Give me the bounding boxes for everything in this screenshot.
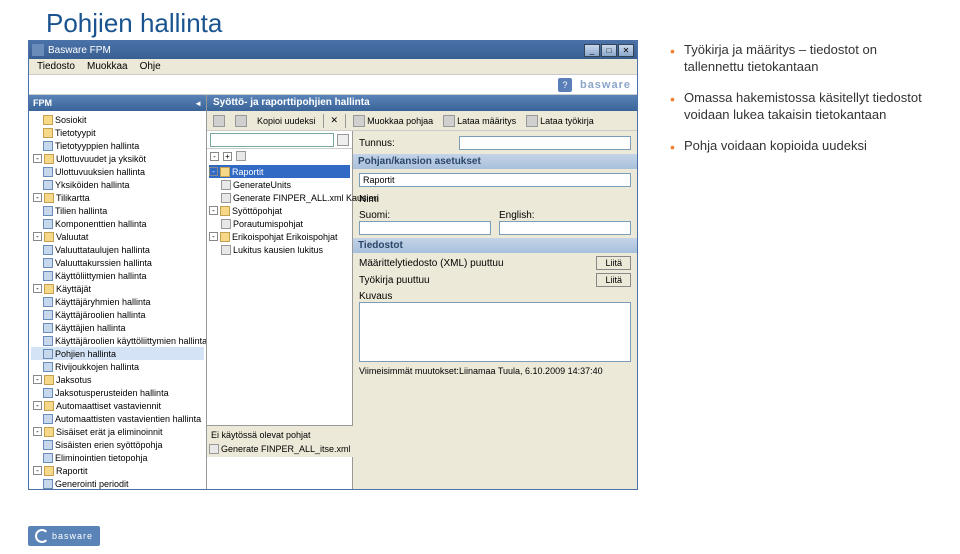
footer-logo: basware [28, 526, 100, 546]
nav-item[interactable]: Valuuttakurssien hallinta [31, 256, 204, 269]
tb-folder-icon[interactable] [232, 114, 250, 128]
nav-item[interactable]: -Raportit [31, 464, 204, 477]
collapse-all-icon[interactable]: - [210, 152, 219, 161]
nav-item[interactable]: Eliminointien tietopohja [31, 451, 204, 464]
right-panel-header: Syöttö- ja raporttipohjien hallinta [207, 95, 637, 111]
app-window: Basware FPM _ □ ✕ Tiedosto Muokkaa Ohje … [28, 40, 638, 490]
liita-xml-button[interactable]: Liitä [596, 256, 631, 270]
tb-new-icon[interactable] [210, 114, 228, 128]
xml-file-label: Määrittelytiedosto (XML) puuttuu [359, 258, 596, 269]
titlebar-text: Basware FPM [48, 45, 584, 56]
form-area: Tunnus: Pohjan/kansion asetukset Raporti… [353, 131, 637, 489]
lataa-maaritys-button[interactable]: Lataa määritys [440, 114, 519, 128]
english-label: English: [499, 210, 631, 221]
left-panel-header: FPM ◄ [29, 95, 206, 111]
liita-tyokirja-button[interactable]: Liitä [596, 273, 631, 287]
menubar: Tiedosto Muokkaa Ohje [29, 59, 637, 75]
kansion-nimi-input[interactable]: Raportit [359, 173, 631, 187]
nav-item[interactable]: Käyttöliittymien hallinta [31, 269, 204, 282]
nav-item[interactable]: Yksiköiden hallinta [31, 178, 204, 191]
template-tree-panel: - + -RaportitGenerateUnitsGenerate FINPE… [207, 131, 353, 489]
nav-item[interactable]: Ulottuvuuksien hallinta [31, 165, 204, 178]
bullet-3: Pohja voidaan kopioida uudeksi [670, 138, 930, 155]
nav-item[interactable]: Pohjien hallinta [31, 347, 204, 360]
nav-item[interactable]: Rivijoukkojen hallinta [31, 360, 204, 373]
unused-header: Ei käytössä olevat pohjat [209, 428, 351, 442]
template-tree-item[interactable]: GenerateUnits [209, 178, 350, 191]
section-pohjan-asetukset: Pohjan/kansion asetukset [353, 154, 637, 169]
brand-logo: basware [580, 79, 631, 91]
tyokirja-file-label: Työkirja puuttuu [359, 275, 596, 286]
nav-item[interactable]: -Ulottuvuudet ja yksiköt [31, 152, 204, 165]
kuvaus-label: Kuvaus [359, 291, 631, 302]
nav-tree: SosiokitTietotyypitTietotyyppien hallint… [29, 111, 206, 489]
modified-value: Liinamaa Tuula, 6.10.2009 14:37:40 [459, 366, 603, 376]
template-tree-item[interactable]: Porautumispohjat [209, 217, 350, 230]
search-icon[interactable] [337, 134, 349, 146]
help-icon[interactable]: ? [558, 78, 572, 92]
collapse-icon[interactable]: ◄ [194, 99, 202, 108]
left-nav-panel: FPM ◄ SosiokitTietotyypitTietotyyppien h… [29, 95, 207, 489]
unused-item[interactable]: Generate FINPER_ALL_itse.xml [209, 442, 351, 455]
nav-item[interactable]: Valuuttataulujen hallinta [31, 243, 204, 256]
suomi-label: Suomi: [359, 210, 491, 221]
template-tree-item[interactable]: -Erikoispohjat Erikoispohjat [209, 230, 350, 243]
minimize-button[interactable]: _ [584, 44, 600, 57]
nav-item[interactable]: -Sisäiset erät ja eliminoinnit [31, 425, 204, 438]
nav-item[interactable]: Tilien hallinta [31, 204, 204, 217]
app-icon [32, 44, 44, 56]
tunnus-label: Tunnus: [359, 138, 459, 149]
template-tree-item[interactable]: -Raportit [209, 165, 350, 178]
nav-item[interactable]: Sisäisten erien syöttöpohja [31, 438, 204, 451]
template-tree-item[interactable]: Lukitus kausien lukitus [209, 243, 350, 256]
nav-item[interactable]: Sosiokit [31, 113, 204, 126]
left-panel-title: FPM [33, 98, 52, 108]
bullet-1: Työkirja ja määritys – tiedostot on tall… [670, 42, 930, 76]
toolbar: Kopioi uudeksi ✕ Muokkaa pohjaa Lataa mä… [207, 111, 637, 131]
nav-item[interactable]: -Automaattiset vastaviennit [31, 399, 204, 412]
section-tiedostot: Tiedostot [353, 238, 637, 253]
maximize-button[interactable]: □ [601, 44, 617, 57]
template-tree-item[interactable]: Generate FINPER_ALL.xml Kausien [209, 191, 350, 204]
close-button[interactable]: ✕ [618, 44, 634, 57]
nav-item[interactable]: -Jaksotus [31, 373, 204, 386]
template-tree: -RaportitGenerateUnitsGenerate FINPER_AL… [207, 163, 352, 258]
modified-label: Viimeisimmät muutokset: [359, 366, 459, 376]
search-input[interactable] [210, 133, 334, 147]
nav-item[interactable]: Generointi periodit [31, 477, 204, 489]
right-panel: Syöttö- ja raporttipohjien hallinta Kopi… [207, 95, 637, 489]
unused-templates-section: Ei käytössä olevat pohjat Generate FINPE… [207, 425, 353, 457]
muokkaa-pohjaa-button[interactable]: Muokkaa pohjaa [350, 114, 436, 128]
slide-title: Pohjien hallinta [0, 0, 960, 39]
nav-item[interactable]: -Käyttäjät [31, 282, 204, 295]
titlebar: Basware FPM _ □ ✕ [29, 41, 637, 59]
brandbar: ? basware [29, 75, 637, 95]
nav-item[interactable]: Tietotyypit [31, 126, 204, 139]
english-input[interactable] [499, 221, 631, 235]
lataa-tyokirja-button[interactable]: Lataa työkirja [523, 114, 597, 128]
bullet-2: Omassa hakemistossa käsitellyt tiedostot… [670, 90, 930, 124]
expand-all-icon[interactable]: + [223, 152, 232, 161]
template-tree-item[interactable]: -Syöttöpohjat [209, 204, 350, 217]
nav-item[interactable]: Käyttäjäryhmien hallinta [31, 295, 204, 308]
menu-ohje[interactable]: Ohje [134, 61, 167, 72]
nav-item[interactable]: Käyttäjäroolien hallinta [31, 308, 204, 321]
tunnus-input[interactable] [459, 136, 631, 150]
nav-item[interactable]: Jaksotusperusteiden hallinta [31, 386, 204, 399]
nav-item[interactable]: Käyttäjien hallinta [31, 321, 204, 334]
nav-item[interactable]: Tietotyyppien hallinta [31, 139, 204, 152]
delete-button[interactable]: ✕ [328, 114, 342, 127]
nav-item[interactable]: Automaattisten vastavientien hallinta [31, 412, 204, 425]
nav-item[interactable]: Käyttäjäroolien käyttöliittymien hallint… [31, 334, 204, 347]
suomi-input[interactable] [359, 221, 491, 235]
nav-item[interactable]: -Tilikartta [31, 191, 204, 204]
filter-icon[interactable] [236, 151, 246, 161]
nav-item[interactable]: Komponenttien hallinta [31, 217, 204, 230]
slide-bullets: Työkirja ja määritys – tiedostot on tall… [670, 42, 930, 168]
kopioi-uudeksi-button[interactable]: Kopioi uudeksi [254, 115, 319, 127]
kuvaus-textarea[interactable] [359, 302, 631, 362]
menu-tiedosto[interactable]: Tiedosto [31, 61, 81, 72]
nav-item[interactable]: -Valuutat [31, 230, 204, 243]
menu-muokkaa[interactable]: Muokkaa [81, 61, 134, 72]
